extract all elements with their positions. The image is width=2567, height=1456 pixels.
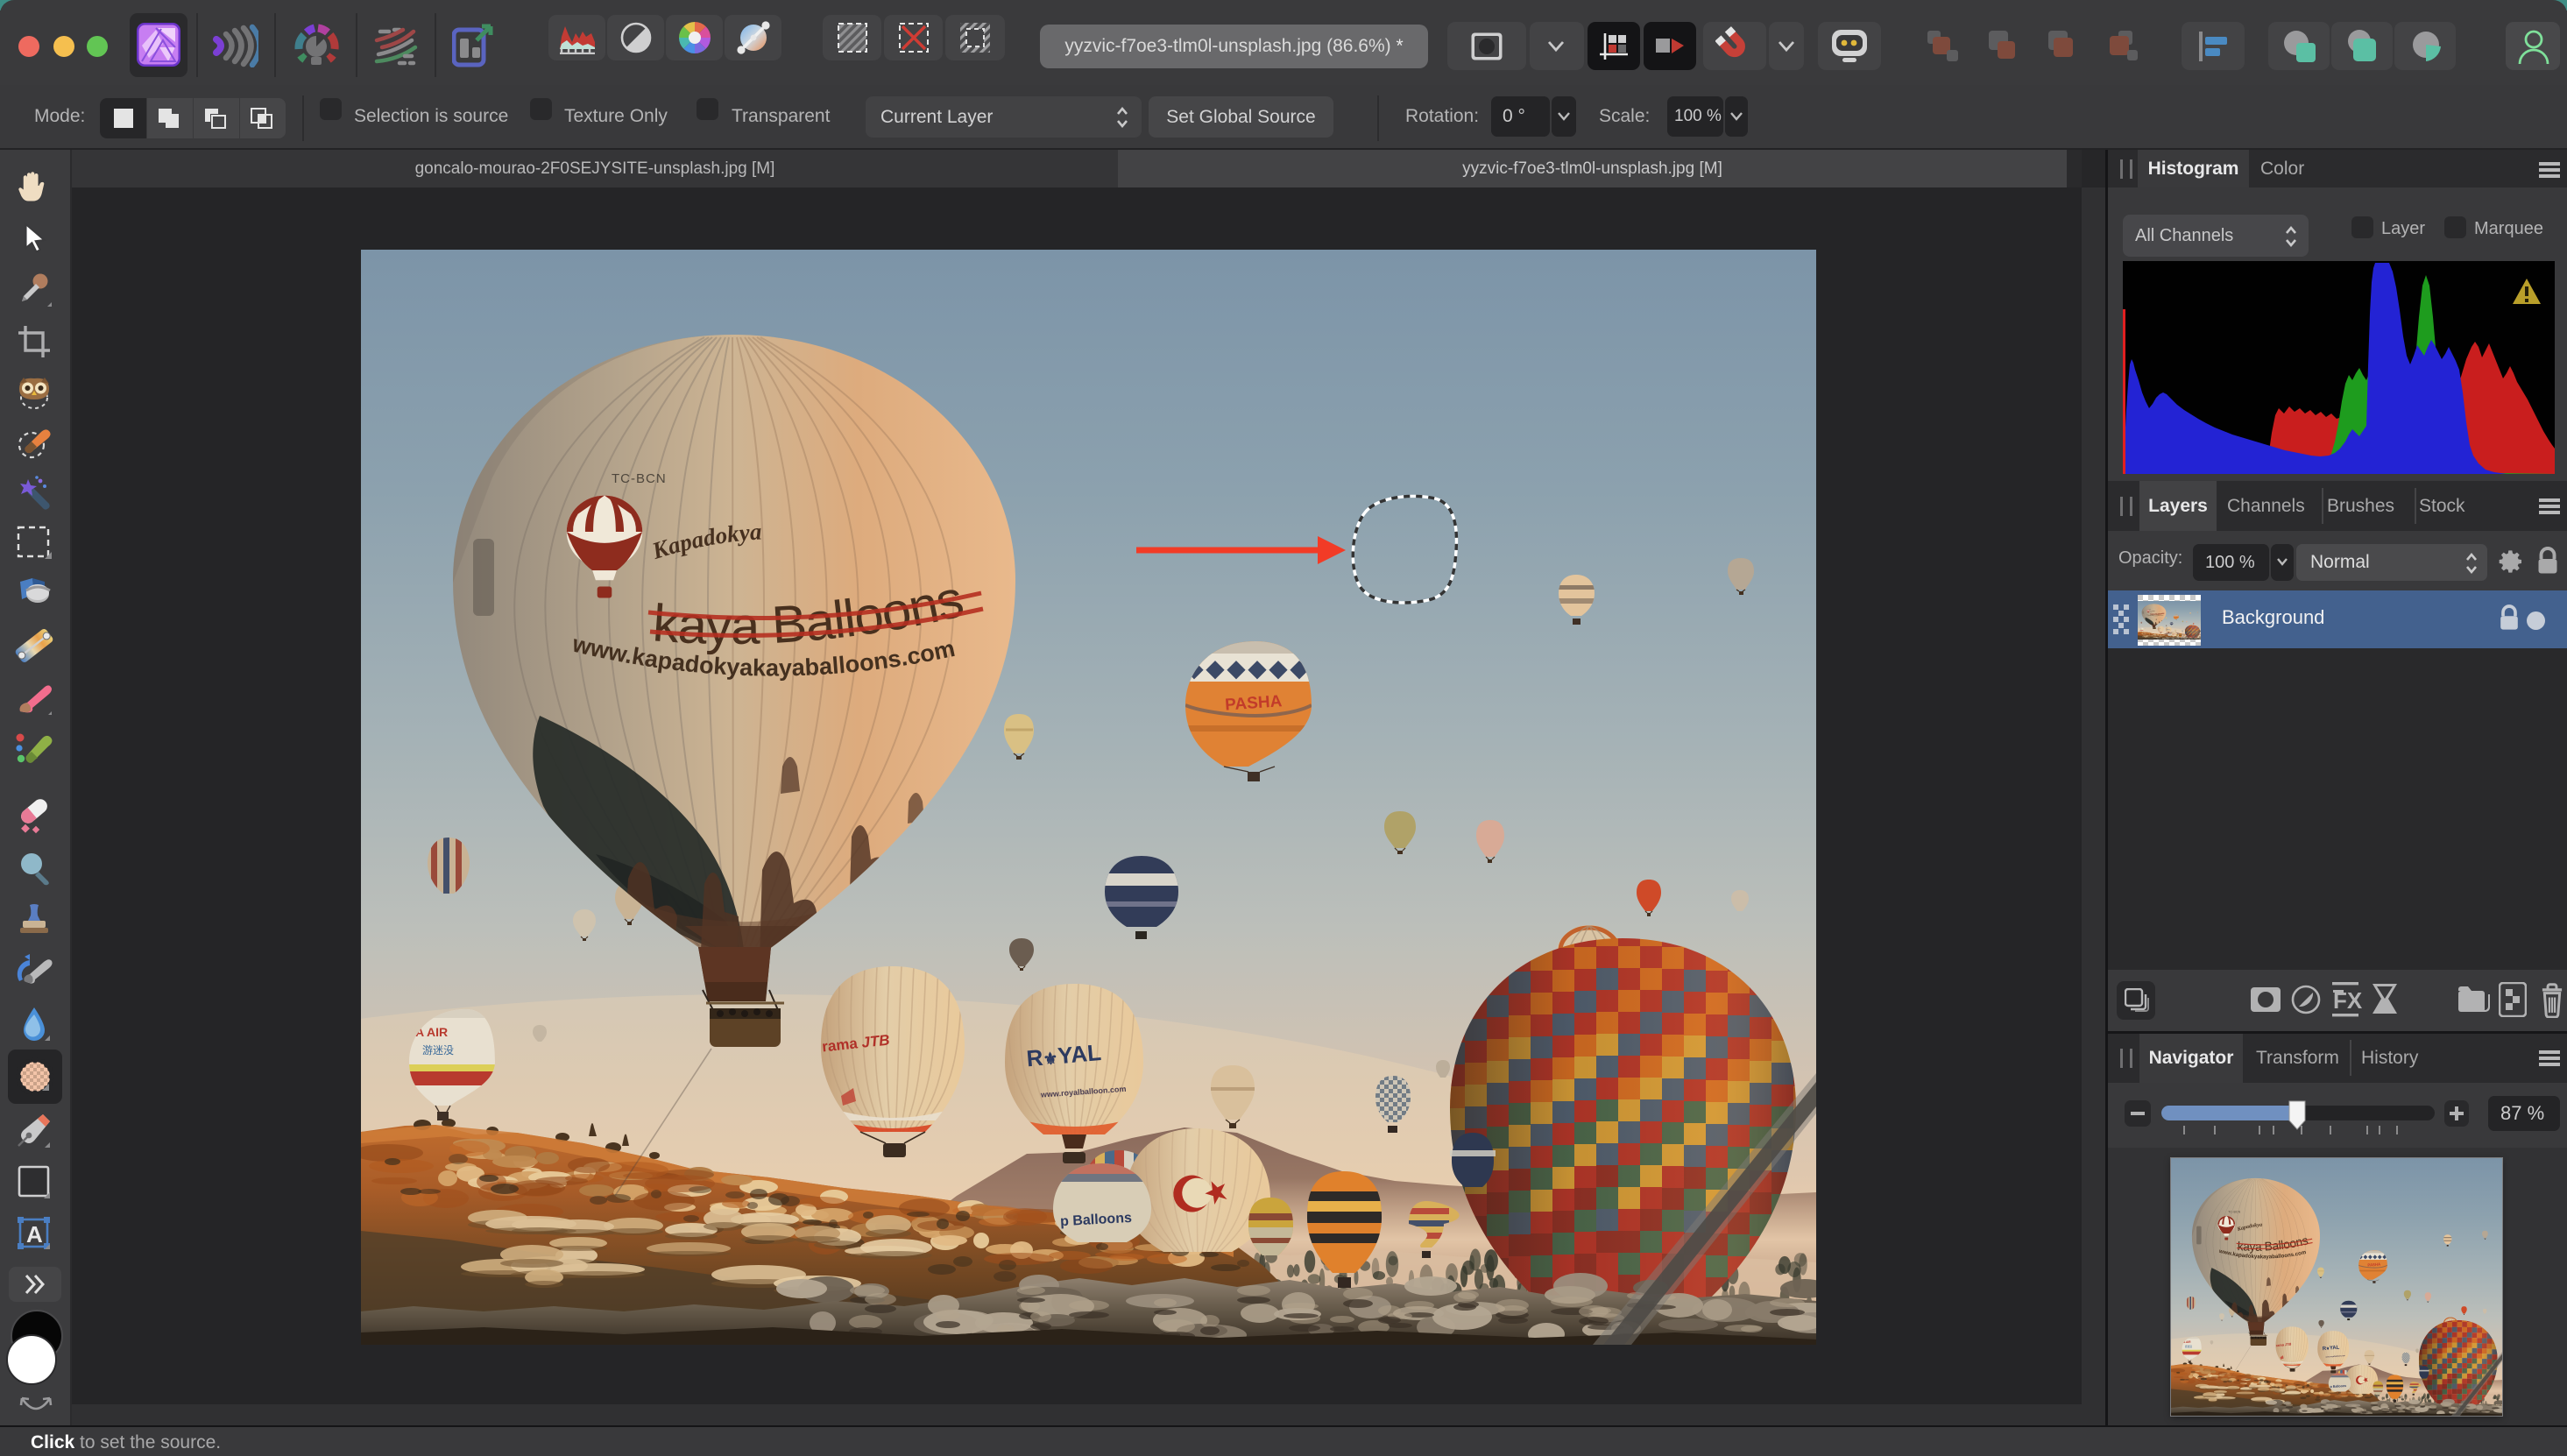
svg-text:A: A	[26, 1221, 43, 1247]
